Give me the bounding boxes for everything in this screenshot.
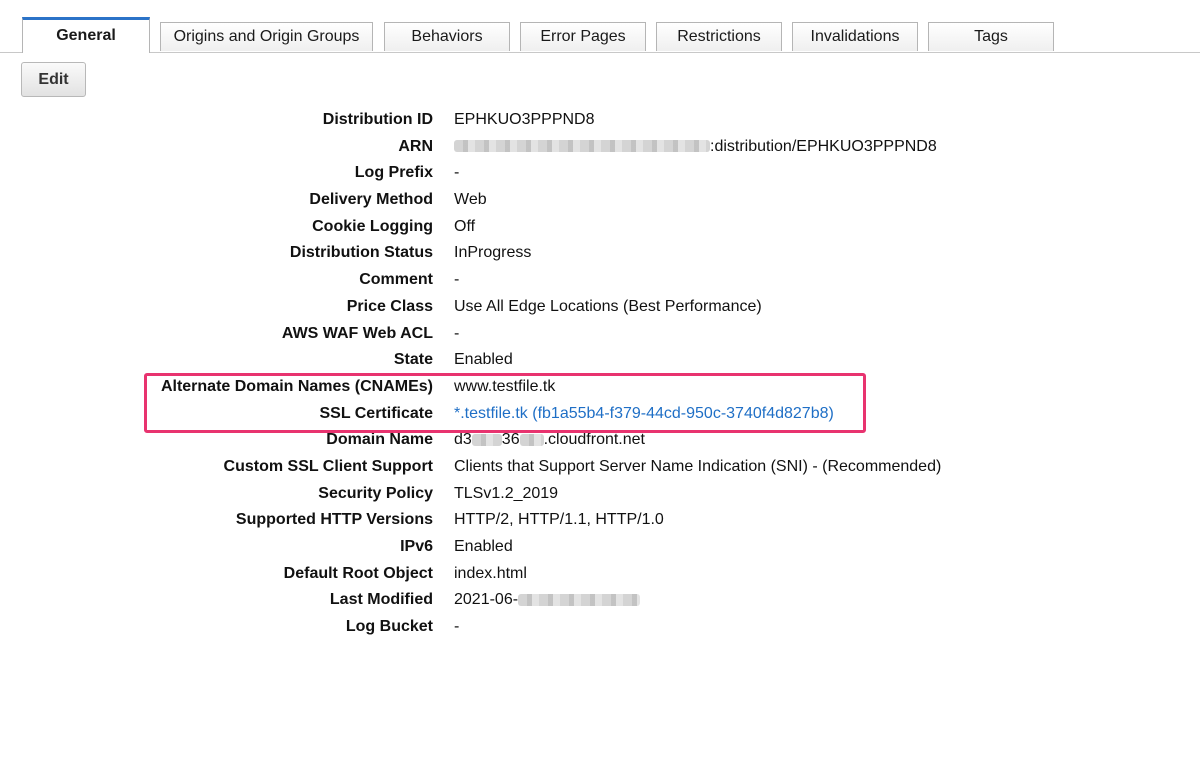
- security-policy-value: TLSv1.2_2019: [454, 484, 559, 502]
- ssl-certificate-link[interactable]: *.testfile.tk (fb1a55b4-f379-44cd-950c-3…: [454, 401, 834, 428]
- detail-label: Supported HTTP Versions: [235, 511, 433, 529]
- aws-waf-web-acl-value: -: [454, 324, 460, 342]
- detail-label: Alternate Domain Names (CNAMEs): [160, 377, 433, 395]
- alternate-domain-names-value: www.testfile.tk: [454, 377, 556, 395]
- detail-row-price-class: Price Class Use All Edge Locations (Best…: [0, 294, 1200, 321]
- detail-row-domain-name: Domain Name d3 36 .cloudfront.net: [0, 427, 1200, 454]
- arn-value: :distribution/EPHKUO3PPPND8: [454, 134, 937, 161]
- detail-label: Price Class: [346, 297, 433, 315]
- detail-row-distribution-status: Distribution Status InProgress: [0, 240, 1200, 267]
- detail-row-alternate-domain-names: Alternate Domain Names (CNAMEs) www.test…: [0, 374, 1200, 401]
- edit-button[interactable]: Edit: [21, 62, 86, 97]
- detail-row-security-policy: Security Policy TLSv1.2_2019: [0, 481, 1200, 508]
- domain-name-suffix: .cloudfront.net: [543, 431, 645, 449]
- detail-label: Comment: [359, 271, 433, 289]
- tab-bar: General Origins and Origin Groups Behavi…: [0, 0, 1200, 53]
- detail-row-comment: Comment -: [0, 267, 1200, 294]
- tab-origins-and-origin-groups[interactable]: Origins and Origin Groups: [160, 22, 373, 51]
- tab-error-pages[interactable]: Error Pages: [520, 22, 646, 51]
- detail-label: State: [393, 351, 433, 369]
- detail-label: Last Modified: [329, 591, 433, 609]
- delivery-method-value: Web: [454, 191, 487, 209]
- arn-value-suffix: :distribution/EPHKUO3PPPND8: [710, 137, 937, 155]
- tab-tags[interactable]: Tags: [928, 22, 1054, 51]
- detail-row-ipv6: IPv6 Enabled: [0, 534, 1200, 561]
- distribution-details: Distribution ID EPHKUO3PPPND8 ARN :distr…: [0, 107, 1200, 641]
- tab-general[interactable]: General: [22, 17, 150, 53]
- tab-restrictions[interactable]: Restrictions: [656, 22, 782, 51]
- last-modified-value: 2021-06-: [454, 587, 641, 614]
- detail-row-distribution-id: Distribution ID EPHKUO3PPPND8: [0, 107, 1200, 134]
- ipv6-value: Enabled: [454, 538, 513, 555]
- last-modified-prefix: 2021-06-: [454, 591, 519, 609]
- detail-row-cookie-logging: Cookie Logging Off: [0, 214, 1200, 241]
- detail-label: Log Bucket: [345, 618, 433, 636]
- supported-http-versions-value: HTTP/2, HTTP/1.1, HTTP/1.0: [454, 511, 664, 529]
- domain-name-value: d3 36 .cloudfront.net: [454, 427, 645, 454]
- redacted-blur: [471, 434, 502, 447]
- detail-label: Log Prefix: [354, 164, 433, 182]
- detail-row-log-bucket: Log Bucket -: [0, 614, 1200, 641]
- detail-row-default-root-object: Default Root Object index.html: [0, 561, 1200, 588]
- cookie-logging-value: Off: [454, 217, 476, 235]
- redacted-blur: [454, 140, 710, 153]
- domain-name-part2: 36: [501, 431, 520, 449]
- detail-row-state: State Enabled: [0, 347, 1200, 374]
- detail-row-supported-http-versions: Supported HTTP Versions HTTP/2, HTTP/1.1…: [0, 507, 1200, 534]
- redacted-blur: [519, 434, 544, 447]
- detail-label: Distribution Status: [289, 244, 433, 262]
- detail-label: Distribution ID: [322, 111, 433, 128]
- domain-name-part1: d3: [454, 431, 472, 449]
- detail-row-ssl-certificate: SSL Certificate *.testfile.tk (fb1a55b4-…: [0, 401, 1200, 428]
- redacted-blur: [518, 594, 641, 607]
- comment-value: -: [454, 271, 460, 289]
- detail-row-custom-ssl-client-support: Custom SSL Client Support Clients that S…: [0, 454, 1200, 481]
- tab-behaviors[interactable]: Behaviors: [384, 22, 510, 51]
- detail-row-aws-waf-web-acl: AWS WAF Web ACL -: [0, 321, 1200, 348]
- detail-label: Default Root Object: [283, 564, 433, 582]
- detail-row-arn: ARN :distribution/EPHKUO3PPPND8: [0, 134, 1200, 161]
- detail-row-delivery-method: Delivery Method Web: [0, 187, 1200, 214]
- detail-label: IPv6: [400, 538, 433, 555]
- log-bucket-value: -: [454, 618, 460, 636]
- distribution-id-value: EPHKUO3PPPND8: [454, 111, 595, 128]
- detail-label: SSL Certificate: [319, 404, 433, 422]
- detail-label: Custom SSL Client Support: [223, 457, 433, 475]
- detail-label: Delivery Method: [309, 191, 433, 209]
- detail-label: Domain Name: [326, 431, 433, 449]
- state-value: Enabled: [454, 351, 513, 369]
- tab-invalidations[interactable]: Invalidations: [792, 22, 918, 51]
- log-prefix-value: -: [454, 164, 460, 182]
- detail-label: AWS WAF Web ACL: [281, 324, 433, 342]
- detail-row-log-prefix: Log Prefix -: [0, 160, 1200, 187]
- detail-label: Cookie Logging: [312, 217, 433, 235]
- detail-label: Security Policy: [318, 484, 433, 502]
- default-root-object-value: index.html: [454, 564, 527, 582]
- distribution-status-value: InProgress: [454, 244, 532, 262]
- price-class-value: Use All Edge Locations (Best Performance…: [454, 297, 762, 315]
- detail-row-last-modified: Last Modified 2021-06-: [0, 587, 1200, 614]
- detail-label: ARN: [398, 137, 433, 155]
- custom-ssl-client-support-value: Clients that Support Server Name Indicat…: [454, 457, 942, 475]
